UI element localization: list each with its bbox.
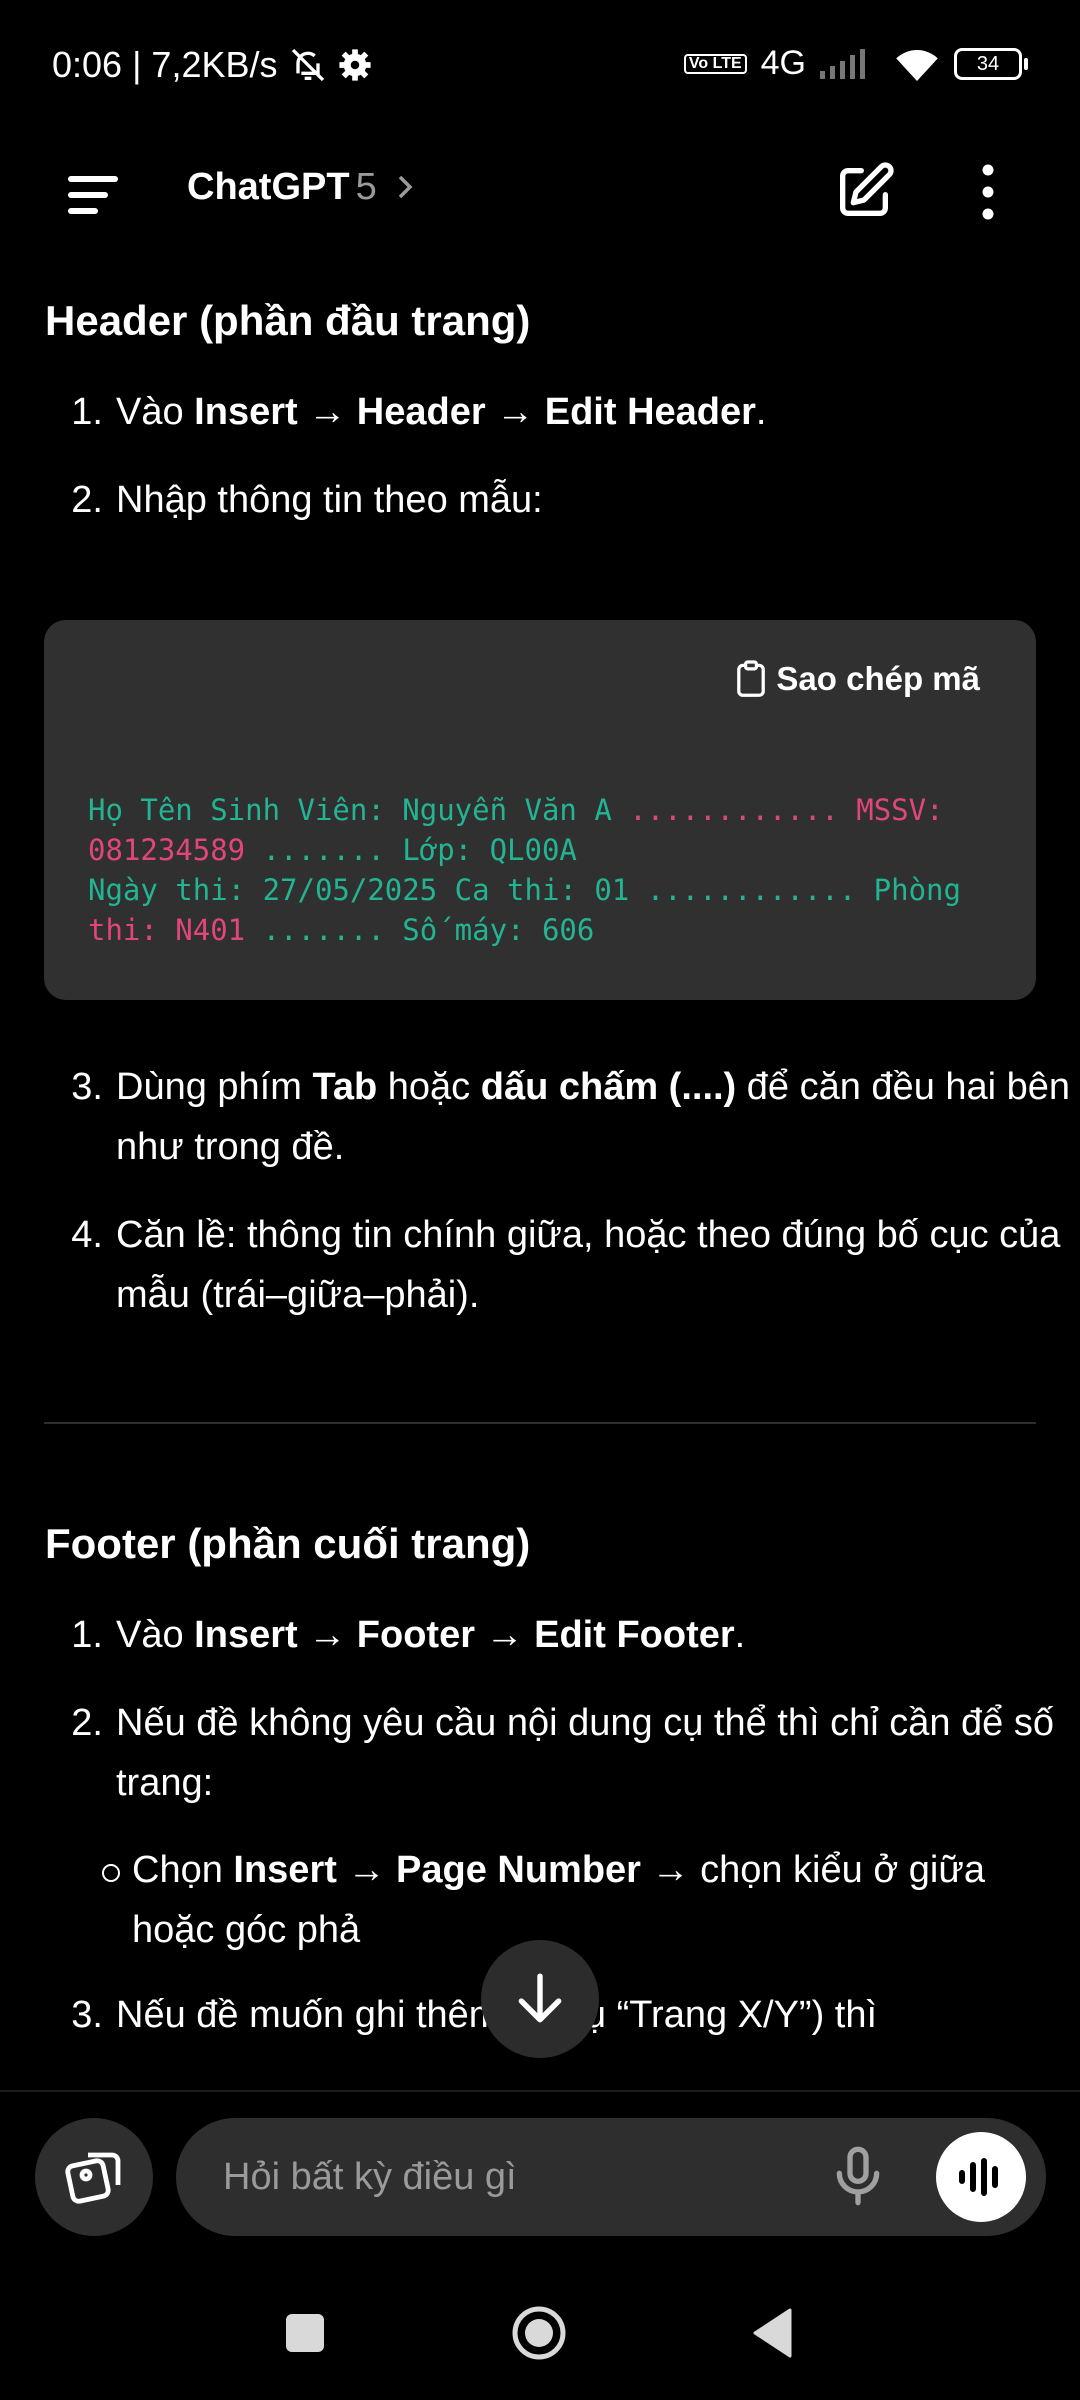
list-number: 2. xyxy=(71,479,103,521)
wifi-icon xyxy=(896,49,938,81)
copy-code-label: Sao chép mã xyxy=(776,660,980,697)
network-speed: | 7,2KB/s xyxy=(132,44,278,85)
menu-line-icon xyxy=(68,192,108,198)
more-options-button[interactable] xyxy=(968,160,1008,224)
microphone-button[interactable] xyxy=(826,2144,890,2208)
model-selector[interactable]: ChatGPT 5 xyxy=(187,166,417,209)
section-divider xyxy=(44,1422,1036,1424)
header-section-title: Header (phần đầu trang) xyxy=(45,297,531,344)
back-triangle-icon xyxy=(753,2308,792,2358)
arrow-down-icon xyxy=(518,1973,562,2023)
volte-icon: Vo LTE xyxy=(683,53,747,74)
list-text: Căn lề: thông tin chính giữa, hoặc theo … xyxy=(116,1214,1061,1316)
waveform-icon xyxy=(959,2158,998,2196)
composer xyxy=(0,2090,1080,2236)
battery-icon: 34 xyxy=(954,47,1028,80)
status-left: 0:06 | 7,2KB/s xyxy=(52,44,372,86)
attach-button[interactable] xyxy=(35,2118,153,2236)
network-type: 4G xyxy=(760,44,806,82)
list-text: Nhập thông tin theo mẫu: xyxy=(116,479,543,521)
copy-code-button[interactable]: Sao chép mã xyxy=(734,660,980,698)
menu-line-icon xyxy=(68,208,98,214)
system-nav-bar xyxy=(0,2270,1080,2400)
menu-line-icon xyxy=(68,176,118,182)
more-vertical-icon xyxy=(982,164,994,220)
home-circle-icon xyxy=(512,2306,566,2360)
list-text: Vào Insert → Header → Edit Header. xyxy=(116,391,767,433)
list-number: 1. xyxy=(71,1614,103,1656)
clipboard-icon xyxy=(737,660,766,697)
bullet-icon xyxy=(102,1864,120,1882)
status-bar: 0:06 | 7,2KB/s Vo LTE 4G 34 xyxy=(0,0,1080,130)
code-text[interactable]: Họ Tên Sinh Viên: Nguyễn Văn A .........… xyxy=(88,790,1038,950)
signal-icon xyxy=(820,48,865,79)
home-button[interactable] xyxy=(512,2306,566,2360)
settings-gear-icon xyxy=(338,49,371,81)
chevron-right-icon xyxy=(399,175,413,199)
back-button[interactable] xyxy=(752,2308,792,2358)
recents-button[interactable] xyxy=(286,2314,324,2352)
voice-mode-button[interactable] xyxy=(936,2132,1026,2222)
message-input[interactable] xyxy=(221,2146,785,2208)
list-text: Vào Insert → Footer → Edit Footer. xyxy=(116,1614,746,1656)
list-number: 3. xyxy=(71,1066,103,1108)
status-right: Vo LTE 4G 34 xyxy=(683,44,1028,83)
app-title: ChatGPT xyxy=(187,166,350,208)
bell-off-icon xyxy=(291,48,324,82)
new-chat-button[interactable] xyxy=(832,160,896,224)
top-bar: ChatGPT 5 xyxy=(0,130,1080,260)
edit-icon xyxy=(840,162,894,216)
code-block: Sao chép mã Họ Tên Sinh Viên: Nguyễn Văn… xyxy=(44,620,1036,1000)
chat-content[interactable]: Header (phần đầu trang) 1. Vào Insert → … xyxy=(0,260,1080,2090)
microphone-icon xyxy=(836,2146,880,2206)
list-number: 2. xyxy=(71,1702,103,1744)
scroll-to-bottom-button[interactable] xyxy=(481,1940,599,2058)
clock: 0:06 xyxy=(52,44,123,85)
menu-button[interactable] xyxy=(64,170,124,220)
model-version: 5 xyxy=(355,166,377,208)
list-text: Dùng phím Tab hoặc dấu chấm (....) để că… xyxy=(116,1066,1071,1168)
footer-section-title: Footer (phần cuối trang) xyxy=(45,1520,531,1567)
image-gallery-icon xyxy=(65,2152,121,2204)
list-text: Nếu đề không yêu cầu nội dung cụ thể thì… xyxy=(116,1702,1054,1804)
message-input-container xyxy=(176,2118,1046,2236)
sub-list-item: Chọn Insert → Page Number → chọn kiểu ở … xyxy=(102,1840,1032,1960)
list-number: 1. xyxy=(71,391,103,433)
list-number: 4. xyxy=(71,1214,103,1256)
list-number: 3. xyxy=(71,1994,103,2036)
